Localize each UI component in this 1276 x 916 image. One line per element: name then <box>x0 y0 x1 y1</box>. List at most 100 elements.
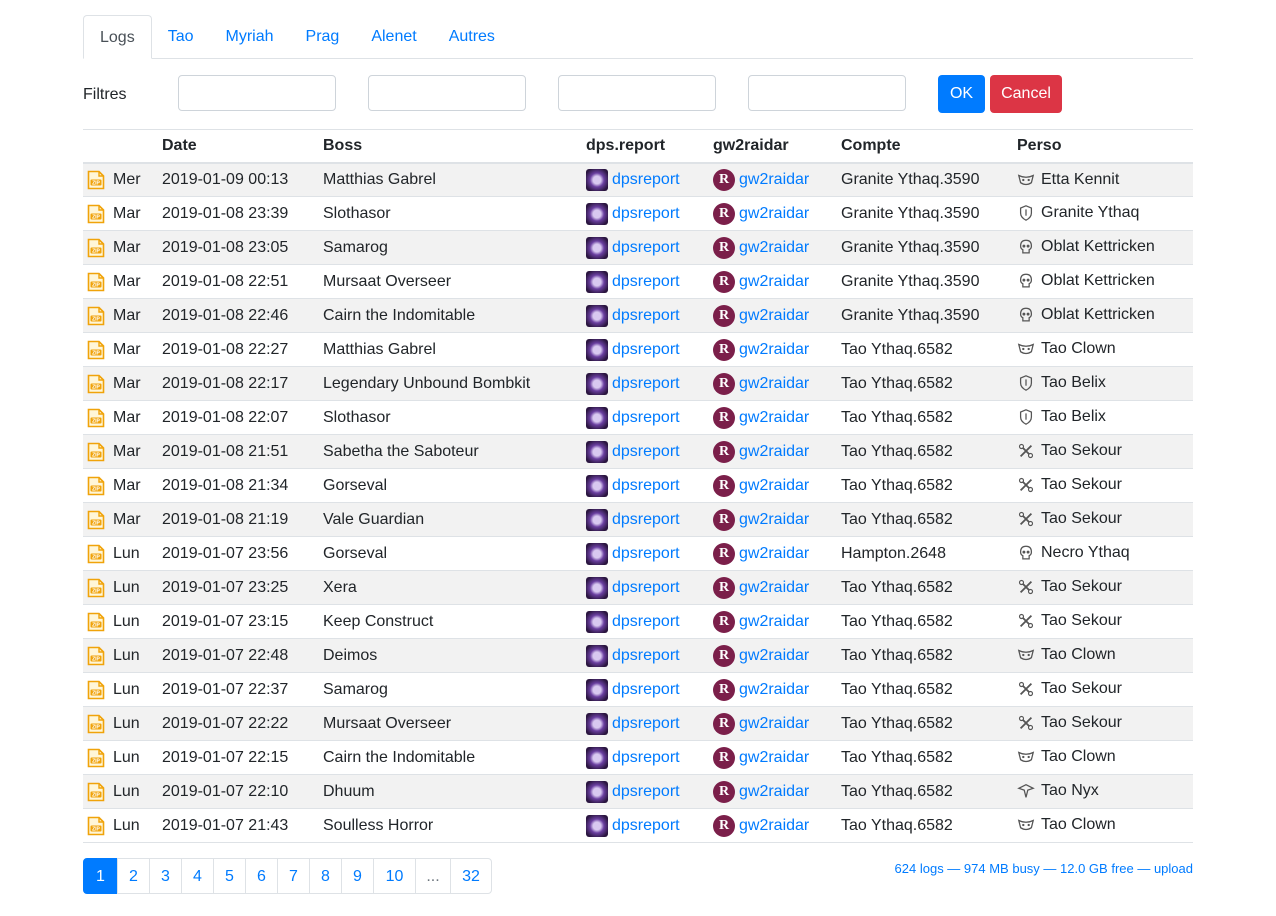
zip-file-icon[interactable]: ZIP <box>87 476 105 496</box>
ok-button[interactable]: OK <box>938 75 985 113</box>
gw2raidar-link[interactable]: gw2raidar <box>739 579 809 596</box>
zip-file-icon[interactable]: ZIP <box>87 748 105 768</box>
dpsreport-link[interactable]: dpsreport <box>612 443 680 460</box>
gw2raidar-link[interactable]: gw2raidar <box>739 273 809 290</box>
dpsreport-link[interactable]: dpsreport <box>612 545 680 562</box>
gears-icon <box>1017 442 1035 460</box>
zip-file-icon[interactable]: ZIP <box>87 578 105 598</box>
tab-autres[interactable]: Autres <box>433 15 511 58</box>
page-32[interactable]: 32 <box>450 858 492 894</box>
page-3[interactable]: 3 <box>149 858 182 894</box>
gw2raidar-cell: Rgw2raidar <box>713 707 841 741</box>
zip-file-icon[interactable]: ZIP <box>87 612 105 632</box>
tab-alenet[interactable]: Alenet <box>355 15 432 58</box>
tab-logs[interactable]: Logs <box>83 15 152 59</box>
gw2raidar-link[interactable]: gw2raidar <box>739 613 809 630</box>
character-cell: Tao Clown <box>1017 809 1193 843</box>
zip-file-icon[interactable]: ZIP <box>87 374 105 394</box>
zip-file-icon[interactable]: ZIP <box>87 782 105 802</box>
dpsreport-link[interactable]: dpsreport <box>612 171 680 188</box>
gw2raidar-link[interactable]: gw2raidar <box>739 749 809 766</box>
dpsreport-link[interactable]: dpsreport <box>612 205 680 222</box>
page-7[interactable]: 7 <box>277 858 310 894</box>
zip-file-icon[interactable]: ZIP <box>87 544 105 564</box>
character-cell: Tao Clown <box>1017 333 1193 367</box>
filter-input-2[interactable] <box>368 75 526 111</box>
page-9[interactable]: 9 <box>341 858 374 894</box>
gw2raidar-icon: R <box>713 168 735 191</box>
dpsreport-link[interactable]: dpsreport <box>612 783 680 800</box>
page-10[interactable]: 10 <box>373 858 416 894</box>
gw2raidar-link[interactable]: gw2raidar <box>739 307 809 324</box>
zip-file-icon[interactable]: ZIP <box>87 306 105 326</box>
dpsreport-link[interactable]: dpsreport <box>612 375 680 392</box>
svg-text:ZIP: ZIP <box>92 758 100 764</box>
dpsreport-link[interactable]: dpsreport <box>612 239 680 256</box>
page-1[interactable]: 1 <box>83 858 118 894</box>
dpsreport-link[interactable]: dpsreport <box>612 511 680 528</box>
gw2raidar-link[interactable]: gw2raidar <box>739 477 809 494</box>
dpsreport-link[interactable]: dpsreport <box>612 579 680 596</box>
dpsreport-link[interactable]: dpsreport <box>612 817 680 834</box>
cancel-button[interactable]: Cancel <box>990 75 1062 113</box>
zip-cell: ZIP Lun <box>83 809 162 843</box>
filter-input-1[interactable] <box>178 75 336 111</box>
dpsreport-link[interactable]: dpsreport <box>612 613 680 630</box>
page-8[interactable]: 8 <box>309 858 342 894</box>
gw2raidar-link[interactable]: gw2raidar <box>739 647 809 664</box>
page-4[interactable]: 4 <box>181 858 214 894</box>
gw2raidar-link[interactable]: gw2raidar <box>739 205 809 222</box>
dpsreport-cell: dpsreport <box>586 299 713 333</box>
date-cell: 2019-01-07 22:15 <box>162 748 289 766</box>
gw2raidar-link[interactable]: gw2raidar <box>739 239 809 256</box>
filter-input-4[interactable] <box>748 75 906 111</box>
table-row: ZIP Lun 2019-01-07 22:48 Deimos dpsreport Rgw… <box>83 638 1193 673</box>
gw2raidar-link[interactable]: gw2raidar <box>739 443 809 460</box>
gw2raidar-link[interactable]: gw2raidar <box>739 341 809 358</box>
tab-tao[interactable]: Tao <box>152 15 210 58</box>
zip-file-icon[interactable]: ZIP <box>87 204 105 224</box>
day-label: Mar <box>113 272 141 290</box>
zip-file-icon[interactable]: ZIP <box>87 816 105 836</box>
zip-file-icon[interactable]: ZIP <box>87 408 105 428</box>
skull-icon <box>1017 238 1035 256</box>
dpsreport-link[interactable]: dpsreport <box>612 715 680 732</box>
gw2raidar-link[interactable]: gw2raidar <box>739 409 809 426</box>
date-cell: 2019-01-07 23:56 <box>162 544 289 562</box>
zip-file-icon[interactable]: ZIP <box>87 272 105 292</box>
gw2raidar-link[interactable]: gw2raidar <box>739 681 809 698</box>
status-text[interactable]: 624 logs — 974 MB busy — 12.0 GB free — … <box>895 861 1193 876</box>
dpsreport-link[interactable]: dpsreport <box>612 273 680 290</box>
date-cell: 2019-01-08 23:39 <box>162 204 289 222</box>
page-2[interactable]: 2 <box>117 858 150 894</box>
gw2raidar-link[interactable]: gw2raidar <box>739 715 809 732</box>
zip-file-icon[interactable]: ZIP <box>87 170 105 190</box>
zip-file-icon[interactable]: ZIP <box>87 714 105 734</box>
gw2raidar-link[interactable]: gw2raidar <box>739 545 809 562</box>
gw2raidar-link[interactable]: gw2raidar <box>739 171 809 188</box>
page-6[interactable]: 6 <box>245 858 278 894</box>
gw2raidar-link[interactable]: gw2raidar <box>739 375 809 392</box>
gw2raidar-cell: Rgw2raidar <box>713 639 841 673</box>
filter-input-3[interactable] <box>558 75 716 111</box>
gw2raidar-link[interactable]: gw2raidar <box>739 511 809 528</box>
dpsreport-link[interactable]: dpsreport <box>612 477 680 494</box>
zip-file-icon[interactable]: ZIP <box>87 646 105 666</box>
zip-file-icon[interactable]: ZIP <box>87 680 105 700</box>
zip-file-icon[interactable]: ZIP <box>87 238 105 258</box>
dpsreport-link[interactable]: dpsreport <box>612 307 680 324</box>
dpsreport-link[interactable]: dpsreport <box>612 647 680 664</box>
page-5[interactable]: 5 <box>213 858 246 894</box>
dpsreport-link[interactable]: dpsreport <box>612 681 680 698</box>
dpsreport-link[interactable]: dpsreport <box>612 749 680 766</box>
tab-myriah[interactable]: Myriah <box>210 15 290 58</box>
zip-file-icon[interactable]: ZIP <box>87 510 105 530</box>
zip-file-icon[interactable]: ZIP <box>87 340 105 360</box>
zip-file-icon[interactable]: ZIP <box>87 442 105 462</box>
dpsreport-link[interactable]: dpsreport <box>612 409 680 426</box>
gw2raidar-link[interactable]: gw2raidar <box>739 817 809 834</box>
account-cell: Tao Ythaq.6582 <box>841 510 953 528</box>
tab-prag[interactable]: Prag <box>290 15 356 58</box>
dpsreport-link[interactable]: dpsreport <box>612 341 680 358</box>
gw2raidar-link[interactable]: gw2raidar <box>739 783 809 800</box>
